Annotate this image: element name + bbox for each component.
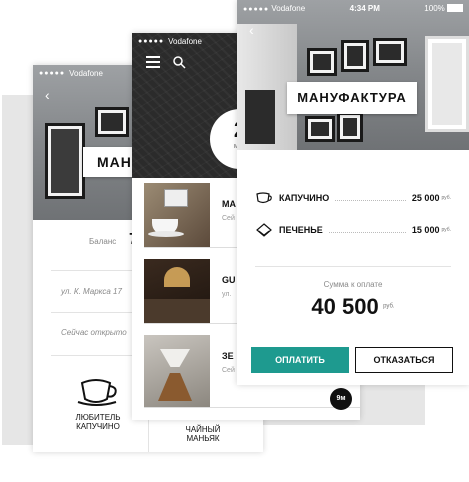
coffee-cup-icon — [256, 192, 272, 204]
status-time: 4:34 PM — [349, 3, 380, 13]
balance-label: Баланс — [89, 237, 117, 246]
total-amount: 40 500 руб. — [237, 294, 469, 320]
total-value: 40 500 — [311, 294, 379, 319]
total-label: Сумма к оплате — [323, 280, 383, 289]
order-row: ПЕЧЕНЬЕ 15 000 руб. — [255, 222, 451, 238]
badge-line: МАНЬЯК — [186, 434, 220, 443]
carrier-label: Vodafone — [69, 68, 103, 78]
cafe-name: ЗЕ — [222, 351, 234, 361]
cafe-name: МА — [222, 199, 236, 209]
order-item-name: ПЕЧЕНЬЕ — [279, 225, 323, 235]
divider — [255, 266, 451, 267]
divider — [148, 417, 149, 452]
coffee-cup-icon — [77, 379, 117, 406]
cafe-photo — [144, 183, 210, 247]
battery-icon — [447, 4, 463, 13]
carrier-label: Vodafone — [271, 3, 306, 13]
currency-label: руб. — [441, 227, 451, 233]
total-currency: руб. — [383, 303, 395, 310]
search-icon[interactable] — [172, 55, 186, 69]
back-icon[interactable]: ‹ — [249, 22, 254, 38]
pay-button[interactable]: ОПЛАТИТЬ — [251, 347, 349, 373]
cafe-sub: Сей — [222, 215, 235, 222]
order-row: КАПУЧИНО 25 000 руб. — [255, 190, 451, 206]
open-status-text: Сейчас открыто — [61, 328, 127, 337]
carrier-label: Vodafone — [168, 36, 202, 46]
right-phone-hero: МАНУФАКТУРА — [237, 0, 469, 150]
order-item-price: 15 000 — [411, 225, 440, 235]
right-status-bar: ●●●●● Vodafone 4:34 PM 100% — [237, 0, 469, 16]
cafe-name: GU — [222, 275, 236, 285]
order-item-price: 25 000 — [411, 193, 440, 203]
right-phone-screen: МАНУФАКТУРА ●●●●● Vodafone 4:34 PM 100% … — [237, 0, 469, 385]
battery-percent: 100% — [424, 3, 445, 13]
right-hero-title: МАНУФАКТУРА — [287, 82, 417, 114]
badge-cappuccino-lover[interactable]: ЛЮБИТЕЛЬ КАПУЧИНО — [53, 375, 143, 445]
badge-line: КАПУЧИНО — [76, 422, 120, 431]
badge-line: ЧАЙНЫЙ — [185, 425, 221, 434]
hamburger-menu-icon[interactable] — [146, 56, 160, 68]
cafe-sub: Сей — [222, 367, 235, 374]
decline-button[interactable]: ОТКАЗАТЬСЯ — [355, 347, 453, 373]
signal-dots-icon: ●●●●● — [39, 69, 66, 77]
signal-dots-icon: ●●●●● — [138, 37, 165, 45]
badge-line: ЛЮБИТЕЛЬ — [75, 413, 121, 422]
distance-badge: 9м — [330, 388, 352, 410]
cafe-photo — [144, 259, 210, 323]
badge-tea-maniac[interactable]: ЧАЙНЫЙ МАНЬЯК — [163, 425, 243, 443]
back-icon[interactable]: ‹ — [45, 87, 50, 103]
cafe-sub: ул. — [222, 291, 232, 298]
currency-label: руб. — [441, 195, 451, 201]
signal-dots-icon: ●●●●● — [243, 5, 270, 13]
order-item-name: КАПУЧИНО — [279, 193, 330, 203]
cafe-photo — [144, 335, 210, 407]
cookie-icon — [256, 223, 272, 237]
address-text: ул. К. Маркса 17 — [61, 287, 122, 296]
